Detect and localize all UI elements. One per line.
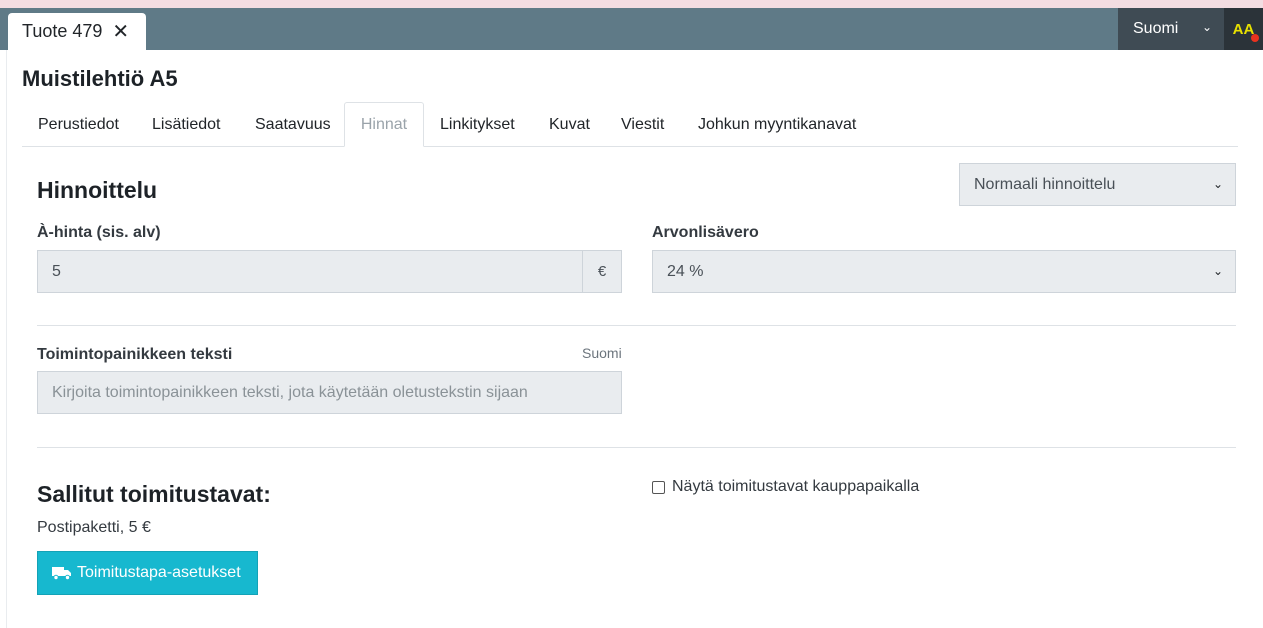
currency-addon: € bbox=[582, 250, 622, 293]
tab-johkun-myyntikanavat[interactable]: Johkun myyntikanavat bbox=[698, 102, 856, 147]
action-text-input[interactable]: Kirjoita toimintopainikkeen teksti, jota… bbox=[37, 371, 622, 414]
shipping-title: Sallitut toimitustavat: bbox=[37, 481, 271, 507]
language-select[interactable]: Suomi ⌄ bbox=[1118, 8, 1224, 50]
shipping-method-item: Postipaketti, 5 € bbox=[37, 519, 151, 536]
divider bbox=[37, 447, 1236, 448]
tab-kuvat[interactable]: Kuvat bbox=[549, 102, 590, 147]
tab-saatavuus[interactable]: Saatavuus bbox=[255, 102, 331, 147]
top-accent-strip bbox=[0, 0, 1263, 8]
notification-dot-icon bbox=[1251, 34, 1259, 42]
shipping-settings-label: Toimitustapa-asetukset bbox=[77, 564, 241, 581]
tab-perustiedot[interactable]: Perustiedot bbox=[38, 102, 119, 147]
show-shipping-label: Näytä toimitustavat kauppapaikalla bbox=[672, 478, 920, 495]
truck-icon bbox=[52, 567, 71, 580]
chevron-down-icon: ⌄ bbox=[1212, 264, 1223, 278]
action-text-placeholder: Kirjoita toimintopainikkeen teksti, jota… bbox=[52, 383, 528, 401]
tab-linkitykset[interactable]: Linkitykset bbox=[440, 102, 515, 147]
shipping-settings-button[interactable]: Toimitustapa-asetukset bbox=[37, 551, 258, 595]
pricing-mode-value: Normaali hinnoittelu bbox=[974, 175, 1116, 193]
vat-value: 24 % bbox=[667, 262, 704, 280]
pricing-title: Hinnoittelu bbox=[37, 177, 158, 203]
page-title: Muistilehtiö A5 bbox=[22, 66, 178, 91]
language-select-label: Suomi bbox=[1133, 20, 1179, 37]
top-bar bbox=[0, 8, 1263, 50]
tab-viestit[interactable]: Viestit bbox=[621, 102, 664, 147]
unit-price-value: 5 bbox=[52, 262, 61, 280]
pricing-mode-select[interactable]: Normaali hinnoittelu ⌄ bbox=[959, 163, 1236, 206]
product-tab-label: Tuote 479 bbox=[22, 21, 103, 41]
unit-price-label: À-hinta (sis. alv) bbox=[37, 224, 161, 241]
vat-label: Arvonlisävero bbox=[652, 224, 759, 241]
chevron-down-icon: ⌄ bbox=[1201, 20, 1212, 34]
product-tab[interactable]: Tuote 479 ✕ bbox=[8, 13, 146, 50]
action-text-label: Toimintopainikkeen teksti bbox=[37, 346, 233, 363]
action-text-language: Suomi bbox=[582, 345, 622, 361]
show-shipping-toggle[interactable]: Näytä toimitustavat kauppapaikalla bbox=[652, 478, 919, 496]
checkbox[interactable] bbox=[652, 480, 665, 494]
tab-lisatiedot[interactable]: Lisätiedot bbox=[152, 102, 221, 147]
tab-nav: Perustiedot Lisätiedot Saatavuus Hinnat … bbox=[22, 102, 1238, 147]
left-divider bbox=[6, 50, 7, 628]
close-icon[interactable]: ✕ bbox=[112, 19, 129, 44]
divider bbox=[37, 325, 1236, 326]
accessibility-button[interactable]: AA bbox=[1224, 8, 1263, 50]
vat-select[interactable]: 24 % ⌄ bbox=[652, 250, 1236, 293]
unit-price-input[interactable]: 5 bbox=[37, 250, 583, 293]
tab-hinnat[interactable]: Hinnat bbox=[344, 102, 424, 147]
chevron-down-icon: ⌄ bbox=[1212, 177, 1223, 191]
